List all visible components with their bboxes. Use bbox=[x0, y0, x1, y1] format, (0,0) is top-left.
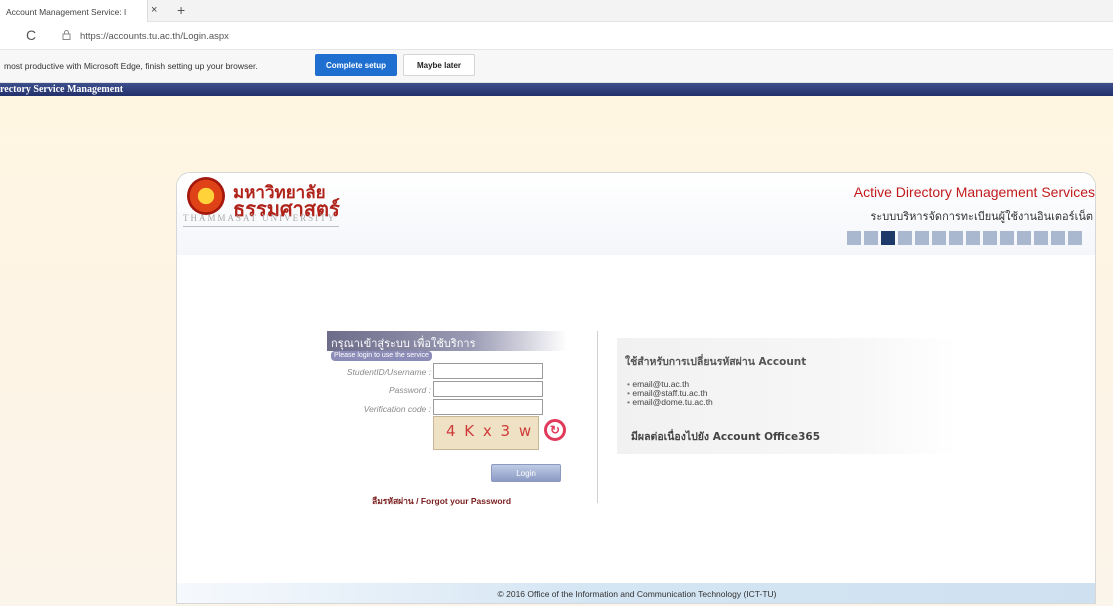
login-button[interactable]: Login bbox=[491, 464, 561, 482]
service-title-en: Active Directory Management Services bbox=[853, 184, 1095, 200]
login-heading: กรุณาเข้าสู่ระบบ เพื่อใช้บริการ bbox=[327, 331, 567, 351]
address-bar: C https://accounts.tu.ac.th/Login.aspx bbox=[0, 22, 1113, 50]
decor-square bbox=[966, 231, 980, 245]
decor-square bbox=[932, 231, 946, 245]
tab-title: Account Management Service: l bbox=[6, 7, 127, 17]
password-label: Password : bbox=[388, 385, 431, 395]
verification-label: Verification code : bbox=[363, 404, 431, 414]
url-text: https://accounts.tu.ac.th/Login.aspx bbox=[80, 31, 229, 42]
decor-square bbox=[881, 231, 895, 245]
browser-tab-bar: Account Management Service: l × + bbox=[0, 0, 1113, 22]
decor-square bbox=[864, 231, 878, 245]
decor-square bbox=[949, 231, 963, 245]
decor-square bbox=[915, 231, 929, 245]
username-label: StudentID/Username : bbox=[346, 367, 431, 377]
captcha-image: 4 K x 3 w bbox=[433, 416, 539, 450]
new-tab-icon[interactable]: + bbox=[177, 2, 185, 18]
login-subheading: Please login to use the service bbox=[331, 351, 432, 361]
page-header-band: rectory Service Management bbox=[0, 83, 1113, 96]
decor-square bbox=[1017, 231, 1031, 245]
forgot-password-link[interactable]: ลืมรหัสผ่าน / Forgot your Password bbox=[372, 494, 511, 508]
browser-infobar: most productive with Microsoft Edge, fin… bbox=[0, 50, 1113, 83]
refresh-captcha-icon[interactable]: ↻ bbox=[544, 419, 566, 441]
info-title: ใช้สำหรับการเปลี่ยนรหัสผ่าน Account bbox=[625, 356, 807, 368]
browser-tab[interactable]: Account Management Service: l bbox=[0, 0, 148, 22]
decor-square bbox=[1051, 231, 1065, 245]
info-panel: ใช้สำหรับการเปลี่ยนรหัสผ่าน Account emai… bbox=[617, 338, 959, 454]
login-form: กรุณาเข้าสู่ระบบ เพื่อใช้บริการ Please l… bbox=[327, 331, 567, 511]
list-item: email@dome.tu.ac.th bbox=[627, 398, 712, 407]
email-domain-list: email@tu.ac.th email@staff.tu.ac.th emai… bbox=[627, 380, 712, 407]
complete-setup-button[interactable]: Complete setup bbox=[315, 54, 397, 76]
url-field[interactable]: https://accounts.tu.ac.th/Login.aspx bbox=[52, 26, 1113, 47]
vertical-divider bbox=[597, 331, 598, 503]
username-input[interactable] bbox=[433, 363, 543, 379]
decor-square bbox=[898, 231, 912, 245]
logo-underline bbox=[183, 226, 339, 227]
page-header-text: rectory Service Management bbox=[0, 84, 124, 95]
close-tab-icon[interactable]: × bbox=[151, 4, 157, 16]
decor-square bbox=[1034, 231, 1048, 245]
decor-square bbox=[1000, 231, 1014, 245]
reload-icon[interactable]: C bbox=[26, 27, 36, 43]
login-card: มหาวิทยาลัย ธรรมศาสตร์ THAMMASAT UNIVERS… bbox=[176, 172, 1096, 604]
password-input[interactable] bbox=[433, 381, 543, 397]
decor-square bbox=[983, 231, 997, 245]
logo-english: THAMMASAT UNIVERSITY bbox=[183, 213, 337, 223]
maybe-later-button[interactable]: Maybe later bbox=[403, 54, 475, 76]
university-emblem-icon bbox=[187, 177, 225, 215]
lock-icon bbox=[62, 30, 71, 42]
decor-square bbox=[847, 231, 861, 245]
decor-square bbox=[1068, 231, 1082, 245]
decorative-squares bbox=[847, 231, 1082, 245]
infobar-message: most productive with Microsoft Edge, fin… bbox=[4, 61, 258, 71]
info-note: มีผลต่อเนื่องไปยัง Account Office365 bbox=[631, 431, 821, 443]
card-header: มหาวิทยาลัย ธรรมศาสตร์ THAMMASAT UNIVERS… bbox=[177, 173, 1095, 255]
verification-input[interactable] bbox=[433, 399, 543, 415]
footer: © 2016 Office of the Information and Com… bbox=[177, 583, 1095, 603]
service-title-th: ระบบบริหารจัดการทะเบียนผู้ใช้งานอินเตอร์… bbox=[870, 210, 1093, 223]
